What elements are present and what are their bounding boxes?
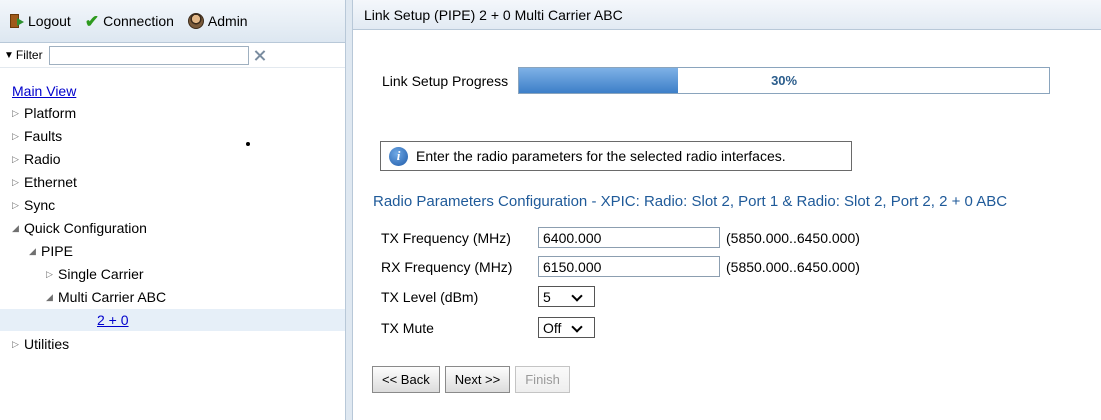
- navigation-pane: Logout ✔ Connection Admin ▼ Filter Main …: [0, 0, 346, 420]
- admin-label: Admin: [207, 13, 248, 29]
- tx-level-value: 5: [543, 288, 551, 305]
- collapse-arrow-icon[interactable]: ◢: [46, 292, 58, 303]
- tree-item-2-plus-0[interactable]: 2 + 0: [0, 309, 345, 331]
- tree-item-pipe[interactable]: ◢ PIPE: [29, 240, 73, 262]
- main-view-link[interactable]: Main View: [12, 83, 76, 99]
- triangle-down-icon: ▼: [4, 49, 14, 61]
- filter-label: Filter: [15, 48, 43, 62]
- user-icon: [187, 13, 204, 29]
- top-toolbar: Logout ✔ Connection Admin: [0, 0, 345, 43]
- tree-item-label: Radio: [24, 151, 61, 167]
- filter-toggle[interactable]: ▼ Filter: [4, 48, 43, 62]
- rx-frequency-range: (5850.000..6450.000): [726, 258, 860, 275]
- connection-label: Connection: [103, 13, 174, 29]
- expand-arrow-icon[interactable]: ▷: [46, 269, 58, 280]
- tree-item-label[interactable]: 2 + 0: [97, 312, 129, 328]
- tree-item-label: PIPE: [41, 243, 73, 259]
- collapse-arrow-icon[interactable]: ◢: [12, 223, 24, 234]
- admin-button[interactable]: Admin: [187, 13, 248, 29]
- tx-level-row: TX Level (dBm) 5: [381, 286, 595, 307]
- back-button[interactable]: << Back: [372, 366, 440, 393]
- tx-mute-value: Off: [543, 319, 562, 336]
- content-panel: Link Setup (PIPE) 2 + 0 Multi Carrier AB…: [352, 0, 1101, 420]
- tree-item-label: Single Carrier: [58, 266, 144, 282]
- expand-arrow-icon[interactable]: ▷: [12, 108, 24, 119]
- tree-item-label: Sync: [24, 197, 56, 213]
- chevron-down-icon: [571, 322, 583, 334]
- rx-frequency-input[interactable]: [538, 256, 720, 277]
- progress-bar: 30%: [518, 67, 1051, 94]
- tx-mute-label: TX Mute: [381, 319, 434, 336]
- chevron-down-icon: [571, 291, 583, 303]
- expand-arrow-icon[interactable]: ▷: [12, 339, 24, 350]
- info-text: Enter the radio parameters for the selec…: [416, 148, 786, 164]
- logout-icon: [10, 13, 24, 29]
- tree-item-label: Platform: [24, 105, 77, 121]
- tx-level-select[interactable]: 5: [538, 286, 595, 307]
- tree-item-platform[interactable]: ▷ Platform: [12, 102, 76, 124]
- tx-level-label: TX Level (dBm): [381, 288, 479, 305]
- expand-arrow-icon[interactable]: ▷: [12, 200, 24, 211]
- finish-button[interactable]: Finish: [515, 366, 570, 393]
- tree-item-label: Faults: [24, 128, 63, 144]
- progress-label: Link Setup Progress: [382, 72, 509, 89]
- tree-item-single-carrier[interactable]: ▷ Single Carrier: [46, 263, 144, 285]
- collapse-arrow-icon[interactable]: ◢: [29, 246, 41, 257]
- checkmark-icon: ✔: [84, 11, 100, 31]
- section-title: Radio Parameters Configuration - XPIC: R…: [373, 193, 1008, 210]
- tx-frequency-label: TX Frequency (MHz): [381, 229, 511, 246]
- expand-arrow-icon[interactable]: ▷: [12, 131, 24, 142]
- tx-frequency-input[interactable]: [538, 227, 720, 248]
- tx-frequency-range: (5850.000..6450.000): [726, 229, 860, 246]
- tree-item-label: Ethernet: [24, 174, 77, 190]
- tree-item-sync[interactable]: ▷ Sync: [12, 194, 55, 216]
- next-button[interactable]: Next >>: [444, 366, 511, 393]
- filter-bar: ▼ Filter: [0, 43, 345, 68]
- tree-item-radio[interactable]: ▷ Radio: [12, 148, 61, 170]
- progress-text: 30%: [771, 73, 798, 88]
- cursor-dot: [246, 142, 250, 146]
- tree-item-multi-carrier-abc[interactable]: ◢ Multi Carrier ABC: [46, 286, 166, 308]
- expand-arrow-icon[interactable]: ▷: [12, 177, 24, 188]
- tree-item-label: Quick Configuration: [24, 220, 147, 236]
- logout-button[interactable]: Logout: [10, 13, 71, 29]
- tree-item-utilities[interactable]: ▷ Utilities: [12, 333, 69, 355]
- tree-item-label: Utilities: [24, 336, 70, 352]
- tree-item-ethernet[interactable]: ▷ Ethernet: [12, 171, 77, 193]
- expand-arrow-icon[interactable]: ▷: [12, 154, 24, 165]
- tree-item-label: Multi Carrier ABC: [58, 289, 167, 305]
- info-message: i Enter the radio parameters for the sel…: [380, 141, 852, 171]
- tree-item-faults[interactable]: ▷ Faults: [12, 125, 62, 147]
- tree-item-quick-configuration[interactable]: ◢ Quick Configuration: [12, 217, 147, 239]
- logout-label: Logout: [28, 13, 71, 29]
- wizard-buttons: << Back Next >> Finish: [372, 366, 570, 393]
- progress-row: Link Setup Progress 30%: [382, 67, 1051, 94]
- panel-title: Link Setup (PIPE) 2 + 0 Multi Carrier AB…: [353, 0, 1101, 30]
- rx-frequency-row: RX Frequency (MHz) (5850.000..6450.000): [381, 256, 860, 277]
- rx-frequency-label: RX Frequency (MHz): [381, 258, 513, 275]
- connection-button[interactable]: ✔ Connection: [85, 13, 174, 30]
- clear-icon[interactable]: [253, 49, 266, 62]
- tx-mute-select[interactable]: Off: [538, 317, 595, 338]
- filter-input[interactable]: [48, 45, 249, 65]
- tx-frequency-row: TX Frequency (MHz) (5850.000..6450.000): [381, 227, 860, 248]
- tree-item-main-view[interactable]: Main View: [12, 80, 76, 102]
- tx-mute-row: TX Mute Off: [381, 317, 595, 338]
- info-icon: i: [389, 146, 408, 166]
